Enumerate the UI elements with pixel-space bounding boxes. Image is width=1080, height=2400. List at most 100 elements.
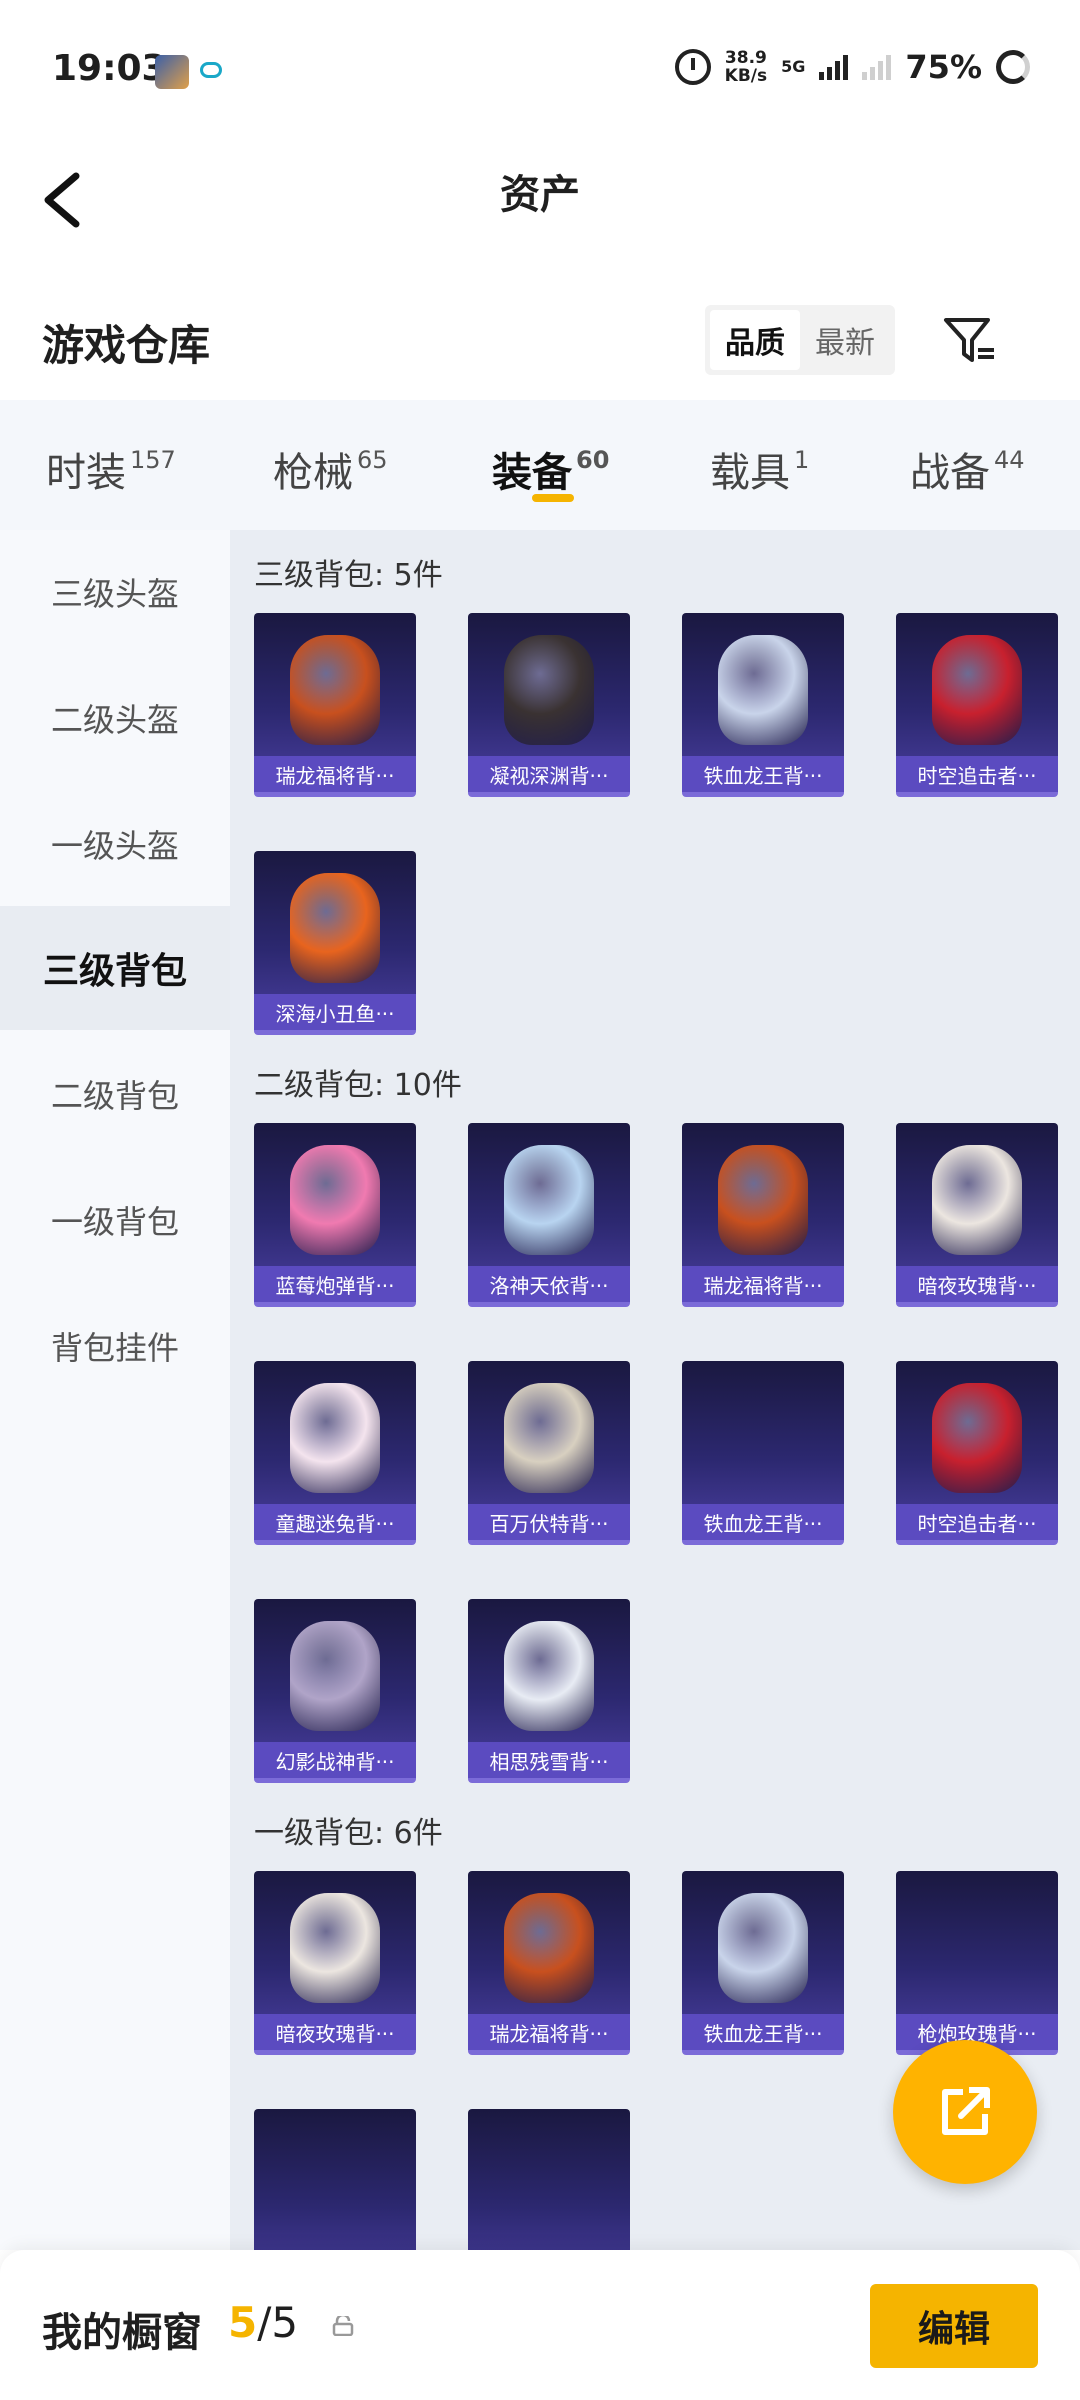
warehouse-title: 游戏仓库 [42, 321, 211, 370]
item-card[interactable]: 蓝莓炮弹背··· [254, 1123, 416, 1307]
item-name: 时空追击者··· [896, 1504, 1058, 1540]
item-card[interactable]: 暗夜玫瑰背··· [254, 1871, 416, 2055]
section-title: 二级背包: 10件 [254, 1068, 462, 1103]
item-card[interactable]: 瑞龙福将背··· [468, 1871, 630, 2055]
item-card[interactable]: 洛神天依背··· [468, 1123, 630, 1307]
backpack-image [290, 1621, 380, 1731]
sidebar-item-level3-helmet[interactable]: 三级头盔 [0, 530, 230, 654]
item-name: 百万伏特背··· [468, 1504, 630, 1540]
item-card[interactable]: 时空追击者··· [896, 613, 1058, 797]
item-name: 洛神天依背··· [468, 1266, 630, 1302]
network-speed: 38.9 KB/s [725, 49, 767, 85]
filter-button[interactable] [940, 310, 1000, 370]
header: 资产 [0, 140, 1080, 280]
status-bar: 19:03 38.9 KB/s 5G 75% [0, 0, 1080, 140]
item-name: 时空追击者··· [896, 756, 1058, 792]
backpack-image [932, 635, 1022, 745]
item-name: 凝视深渊背··· [468, 756, 630, 792]
section-title: 一级背包: 6件 [254, 1816, 443, 1851]
item-name: 暗夜玫瑰背··· [896, 1266, 1058, 1302]
item-name: 幻影战神背··· [254, 1742, 416, 1778]
item-grid: 三级背包: 5件 二级背包: 10件 一级背包: 6件 瑞龙福将背··· 凝视深渊… [230, 530, 1080, 2250]
backpack-image [290, 1893, 380, 2003]
item-card[interactable]: 童趣迷兔背··· [254, 1361, 416, 1545]
sidebar-item-level2-helmet[interactable]: 二级头盔 [0, 656, 230, 780]
tab-label: 装备 [492, 450, 572, 496]
tab-count: 1 [794, 446, 810, 474]
item-card[interactable]: 凝视深渊背··· [468, 613, 630, 797]
sort-newest-button[interactable]: 最新 [800, 310, 890, 370]
showcase-count: 5/5 [228, 2298, 298, 2347]
tab-supplies[interactable]: 战备 44 [910, 440, 1025, 498]
item-card[interactable]: 相思残雪背··· [468, 1599, 630, 1783]
backpack-image [290, 1383, 380, 1493]
sort-toggle: 品质 最新 [705, 305, 895, 375]
game-app-icon [155, 55, 189, 89]
page-title: 资产 [500, 172, 580, 218]
lock-icon [332, 2316, 354, 2336]
item-name: 暗夜玫瑰背··· [254, 2014, 416, 2050]
item-card[interactable]: 铁血龙王背··· [682, 613, 844, 797]
backpack-image [290, 873, 380, 983]
battery-level: 75% [905, 48, 982, 86]
item-name: 童趣迷兔背··· [254, 1504, 416, 1540]
status-time: 19:03 [52, 48, 167, 89]
item-name: 深海小丑鱼··· [254, 994, 416, 1030]
sidebar-item-level2-backpack[interactable]: 二级背包 [0, 1032, 230, 1156]
sidebar-item-level1-helmet[interactable]: 一级头盔 [0, 782, 230, 906]
sidebar-item-backpack-charm[interactable]: 背包挂件 [0, 1284, 230, 1408]
status-indicators: 38.9 KB/s 5G 75% [674, 48, 1030, 86]
item-name: 铁血龙王背··· [682, 756, 844, 792]
backpack-image [718, 1145, 808, 1255]
tab-firearms[interactable]: 枪械 65 [273, 440, 388, 498]
tab-label: 载具 [710, 450, 790, 496]
backpack-image [504, 1621, 594, 1731]
item-card[interactable]: 瑞龙福将背··· [254, 613, 416, 797]
sidebar: 三级头盔 二级头盔 一级头盔 三级背包 二级背包 一级背包 背包挂件 [0, 530, 230, 2250]
backpack-image [290, 1145, 380, 1255]
backpack-image [504, 1893, 594, 2003]
item-card[interactable]: 铁血龙王背··· [682, 1361, 844, 1545]
battery-icon [996, 50, 1030, 84]
tab-count: 65 [357, 446, 388, 474]
showcase-label: 我的橱窗 [42, 2310, 202, 2356]
sort-quality-button[interactable]: 品质 [710, 310, 800, 370]
item-card[interactable]: 时空追击者··· [896, 1361, 1058, 1545]
tab-equipment[interactable]: 装备 60 [492, 440, 609, 498]
signal-icon [819, 54, 849, 80]
backpack-image [718, 635, 808, 745]
tab-count: 44 [994, 446, 1025, 474]
backpack-image [932, 1145, 1022, 1255]
item-name: 瑞龙福将背··· [682, 1266, 844, 1302]
item-card[interactable] [254, 2109, 416, 2250]
item-name: 瑞龙福将背··· [254, 756, 416, 792]
tab-fashion[interactable]: 时装 157 [46, 440, 176, 498]
network-speed-value: 38.9 [724, 48, 767, 68]
edit-button[interactable]: 编辑 [870, 2284, 1038, 2368]
item-card[interactable]: 暗夜玫瑰背··· [896, 1123, 1058, 1307]
item-card[interactable]: 百万伏特背··· [468, 1361, 630, 1545]
backpack-image [718, 1893, 808, 2003]
backpack-image [504, 1383, 594, 1493]
share-button[interactable] [893, 2040, 1037, 2184]
backpack-image [504, 1145, 594, 1255]
tab-label: 时装 [46, 450, 126, 496]
item-card[interactable]: 深海小丑鱼··· [254, 851, 416, 1035]
tab-label: 枪械 [273, 450, 353, 496]
alarm-icon [674, 49, 711, 85]
signal-secondary-icon [862, 54, 892, 80]
item-name: 蓝莓炮弹背··· [254, 1266, 416, 1302]
item-card[interactable]: 铁血龙王背··· [682, 1871, 844, 2055]
backpack-image [932, 1383, 1022, 1493]
sidebar-item-level3-backpack[interactable]: 三级背包 [0, 906, 230, 1030]
item-card[interactable]: 瑞龙福将背··· [682, 1123, 844, 1307]
tab-vehicles[interactable]: 载具 1 [710, 440, 809, 498]
sidebar-item-level1-backpack[interactable]: 一级背包 [0, 1158, 230, 1282]
category-tabs: 时装 157 枪械 65 装备 60 载具 1 战备 44 [0, 400, 1080, 530]
item-card[interactable] [468, 2109, 630, 2250]
tab-count: 60 [576, 446, 610, 474]
item-card[interactable]: 枪炮玫瑰背··· [896, 1871, 1058, 2055]
section-title: 三级背包: 5件 [254, 558, 443, 593]
external-link-icon [942, 2087, 990, 2135]
item-card[interactable]: 幻影战神背··· [254, 1599, 416, 1783]
